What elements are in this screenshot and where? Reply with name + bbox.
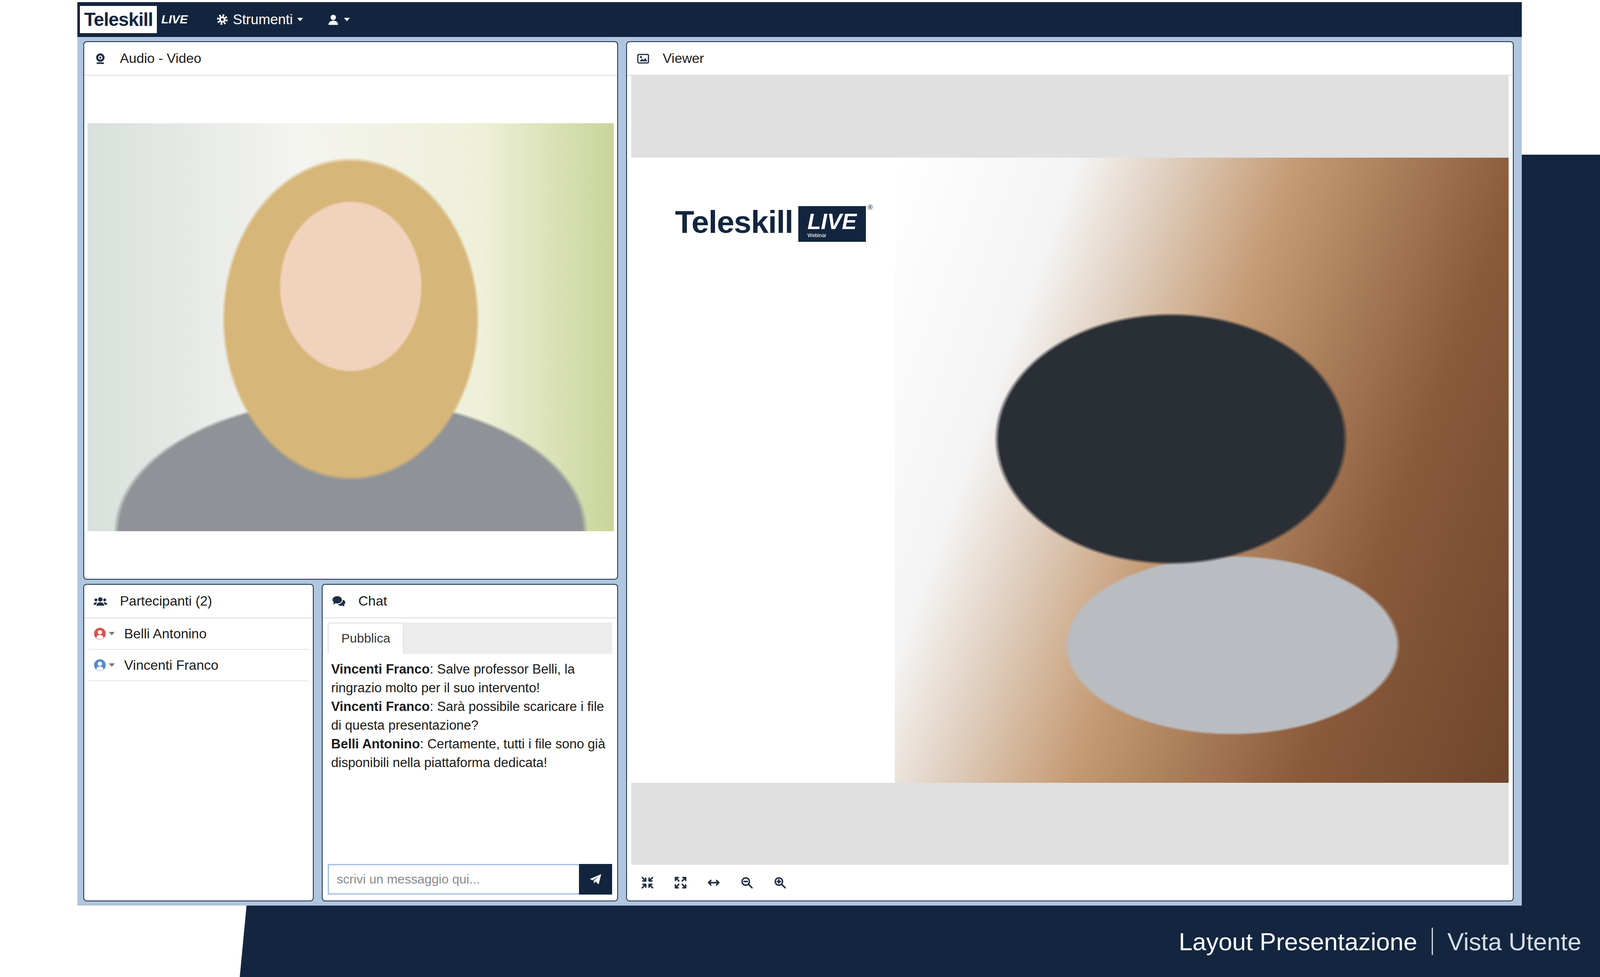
caption-subtitle: Vista Utente [1447,927,1582,957]
top-bar: TeleskillLIVE Strumenti [77,2,1522,37]
chat-input-row [327,864,613,895]
panel-header: Audio - Video [84,42,618,76]
panel-title: Chat [358,593,388,610]
user-icon [93,627,107,641]
participant-menu[interactable] [93,627,115,641]
left-column: Audio - Video Partecipanti (2) Belli Anton… [83,41,619,902]
arrows-horizontal-icon [706,876,721,890]
viewer-panel: ViewerTeleskillLIVEWebinar® [626,41,1514,902]
slide-photo [894,157,1509,783]
audio-video-panel: Audio - Video [83,41,619,580]
expand-icon [673,876,688,890]
registered-mark: ® [867,203,873,212]
user-icon [326,13,340,26]
chat-tabs: Pubblica [327,622,613,655]
fit-button[interactable] [639,875,656,891]
chat-message: Vincenti Franco: Sarà possibile scaricar… [331,697,609,735]
viewer-stage: TeleskillLIVEWebinar® [631,75,1509,866]
fit-width-button[interactable] [706,875,722,891]
zoom-out-icon [740,876,754,890]
slide-logo-word: Teleskill [675,203,794,242]
badge-label: LIVE [807,210,857,233]
chat-tab[interactable]: Pubblica [327,622,404,655]
message-author: Vincenti Franco [331,699,430,715]
panel-header: Chat [322,584,618,619]
logo-word: Teleskill [79,5,157,34]
panel-header: Viewer [626,42,1513,76]
participant-menu[interactable] [93,658,115,672]
chat-message: Vincenti Franco: Salve professor Belli, … [331,660,609,698]
viewer-toolbar [626,865,1513,901]
paper-plane-icon [588,872,603,887]
app-logo[interactable]: TeleskillLIVE [79,5,193,34]
image-icon [636,52,650,66]
slide-logo-badge: LIVEWebinar [798,206,867,242]
caption: Layout Presentazione Vista Utente [0,905,1600,977]
zoom-in-button[interactable] [772,875,788,891]
panel-header: Partecipanti (2) [84,584,313,619]
participant-row[interactable]: Vincenti Franco [88,649,309,682]
user-menu[interactable] [326,13,350,26]
lower-row: Partecipanti (2)Belli AntoninoVincenti F… [83,584,619,902]
chat-input[interactable] [327,864,579,895]
tools-menu-label: Strumenti [232,11,293,28]
chat-body: Pubblica Vincenti Franco: Salve professor… [322,618,618,901]
chat-icon [331,595,346,608]
participants-panel: Partecipanti (2) Belli Antonino Vincenti F… [83,584,314,902]
webcam-icon [93,52,108,66]
audio-video-body [84,75,618,579]
video-feed [87,123,614,532]
message-author: Belli Antonino [331,736,420,752]
gear-icon [215,13,229,26]
caret-icon [297,17,304,22]
users-icon [93,595,108,608]
participant-row[interactable]: Belli Antonino [88,618,309,650]
send-button[interactable] [578,864,613,895]
workspace: Audio - Video Partecipanti (2) Belli Anton… [77,36,1522,906]
caret-icon [108,663,115,667]
page: TeleskillLIVEStrumentiAudio - VideoParte… [0,0,1600,977]
participant-list: Belli Antonino Vincenti Franco [84,618,313,682]
message-author: Vincenti Franco [331,661,430,677]
caret-icon [108,632,115,636]
presentation-slide: TeleskillLIVEWebinar® [631,157,1509,783]
chat-panel: Chat Pubblica Vincenti Franco: Salve profe… [321,584,619,902]
chat-message: Belli Antonino: Certamente, tutti i file… [331,734,609,773]
panel-title: Partecipanti (2) [119,593,213,610]
caption-title: Layout Presentazione [1178,927,1418,957]
app-window: TeleskillLIVEStrumentiAudio - VideoParte… [77,2,1522,906]
chat-messages: Vincenti Franco: Salve professor Belli, … [327,654,613,865]
slide-logo: TeleskillLIVEWebinar® [675,203,895,242]
slide-logo-area: TeleskillLIVEWebinar® [631,157,895,783]
panel-title: Audio - Video [119,50,202,67]
caret-icon [343,17,350,22]
fullscreen-button[interactable] [672,875,689,891]
user-icon [93,658,107,672]
viewer-body: TeleskillLIVEWebinar® [626,75,1513,901]
zoom-out-button[interactable] [739,875,755,891]
tools-menu[interactable]: Strumenti [215,11,304,28]
badge-sublabel: Webinar [807,232,827,239]
zoom-in-icon [773,876,787,890]
participant-name: Vincenti Franco [124,657,219,674]
panel-title: Viewer [662,50,704,67]
compress-icon [640,876,655,890]
participant-name: Belli Antonino [124,626,207,642]
logo-badge: LIVE [156,5,192,34]
caption-divider [1431,927,1433,956]
